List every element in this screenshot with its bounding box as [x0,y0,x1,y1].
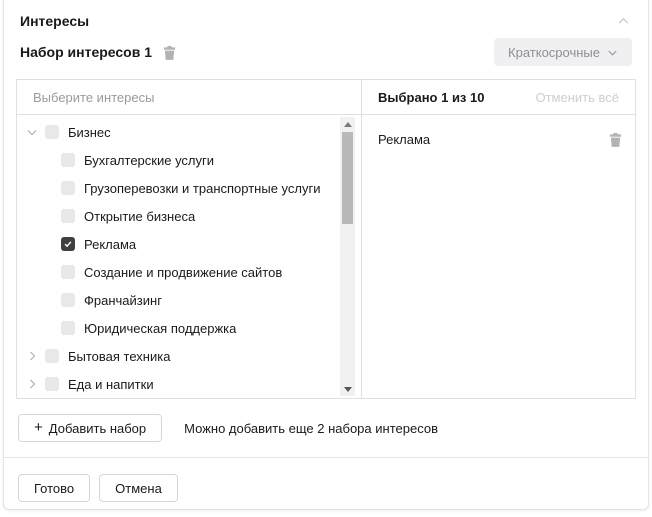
scroll-up-arrow-icon[interactable] [340,117,355,131]
tree-item[interactable]: Грузоперевозки и транспортные услуги [17,174,335,202]
footer-divider [3,457,649,458]
tree-item[interactable]: Реклама [17,230,335,258]
tree-item-label: Открытие бизнеса [84,208,196,224]
interest-picker: Выбрано 1 из 10 Отменить всё Бизнес Бухг… [16,79,636,399]
plus-icon: + [34,418,43,436]
selected-interest-label: Реклама [378,131,431,147]
interest-set-name: Набор интересов 1 [20,44,153,60]
selected-header: Выбрано 1 из 10 Отменить всё [361,80,635,115]
cancel-button[interactable]: Отмена [99,474,178,502]
selected-interest-row: Реклама [378,125,623,153]
checkbox[interactable] [61,209,75,223]
panel-title: Интересы [20,13,90,29]
tree-item-label: Франчайзинг [84,292,162,308]
checkbox[interactable] [61,321,75,335]
add-set-button[interactable]: + Добавить набор [18,414,163,442]
search-cell [17,80,361,115]
tree-item[interactable]: Юридическая поддержка [17,314,335,342]
chevron-up-icon [618,17,628,24]
expander-chevron-icon[interactable] [25,377,39,391]
tree-item-label: Еда и напитки [68,376,154,392]
checkbox[interactable] [61,153,75,167]
interest-tree: Бизнес Бухгалтерские услуги Грузоперевоз… [17,115,361,398]
search-interests-input[interactable] [17,80,361,114]
action-buttons: Готово Отмена [16,474,636,502]
done-button[interactable]: Готово [18,474,91,502]
checkbox[interactable] [45,125,59,139]
scrollbar-thumb[interactable] [342,132,353,224]
clear-all-link[interactable]: Отменить всё [535,90,619,105]
tree-item-label: Грузоперевозки и транспортные услуги [84,180,321,196]
tree-item-label: Реклама [84,236,137,252]
scroll-down-arrow-icon[interactable] [340,382,355,396]
checkbox[interactable] [61,265,75,279]
checkbox[interactable] [61,181,75,195]
checkbox[interactable] [61,293,75,307]
checkbox[interactable] [45,349,59,363]
tree-item-label: Бытовая техника [68,348,171,364]
selected-list: Реклама [378,125,623,153]
tree-item-label: Создание и продвижение сайтов [84,264,283,280]
delete-set-trash-icon[interactable] [162,44,177,60]
scrollbar[interactable] [340,117,355,396]
tree-item[interactable]: Франчайзинг [17,286,335,314]
panel-header: Интересы [16,10,636,32]
add-set-row: + Добавить набор Можно добавить еще 2 на… [16,414,636,442]
interest-set-header: Набор интересов 1 Краткосрочные [16,38,636,66]
expander-chevron-icon[interactable] [25,125,39,139]
tree-item[interactable]: Создание и продвижение сайтов [17,258,335,286]
selected-count-label: Выбрано 1 из 10 [378,89,485,105]
tree-item-label: Бизнес [68,124,111,140]
tree-item[interactable]: Бизнес [17,118,335,146]
collapse-section-button[interactable] [614,12,632,30]
tree-item-label: Юридическая поддержка [84,320,237,336]
interest-type-value: Краткосрочные [508,44,600,60]
add-set-hint: Можно добавить еще 2 набора интересов [184,420,438,436]
selected-interests-pane: Реклама [361,115,635,398]
add-set-button-label: Добавить набор [48,420,147,436]
checkbox[interactable] [45,377,59,391]
interest-type-dropdown[interactable]: Краткосрочные [494,38,632,66]
remove-interest-trash-icon[interactable] [608,131,623,147]
tree-item[interactable]: Открытие бизнеса [17,202,335,230]
tree-item[interactable]: Бытовая техника [17,342,335,370]
interests-panel: Интересы Набор интересов 1 Краткосрочные… [3,0,649,510]
chevron-down-icon [608,50,617,56]
checkbox[interactable] [61,237,75,251]
tree-list: Бизнес Бухгалтерские услуги Грузоперевоз… [17,118,335,398]
tree-item-label: Бухгалтерские услуги [84,152,215,168]
tree-item[interactable]: Еда и напитки [17,370,335,398]
tree-item[interactable]: Бухгалтерские услуги [17,146,335,174]
expander-chevron-icon[interactable] [25,349,39,363]
